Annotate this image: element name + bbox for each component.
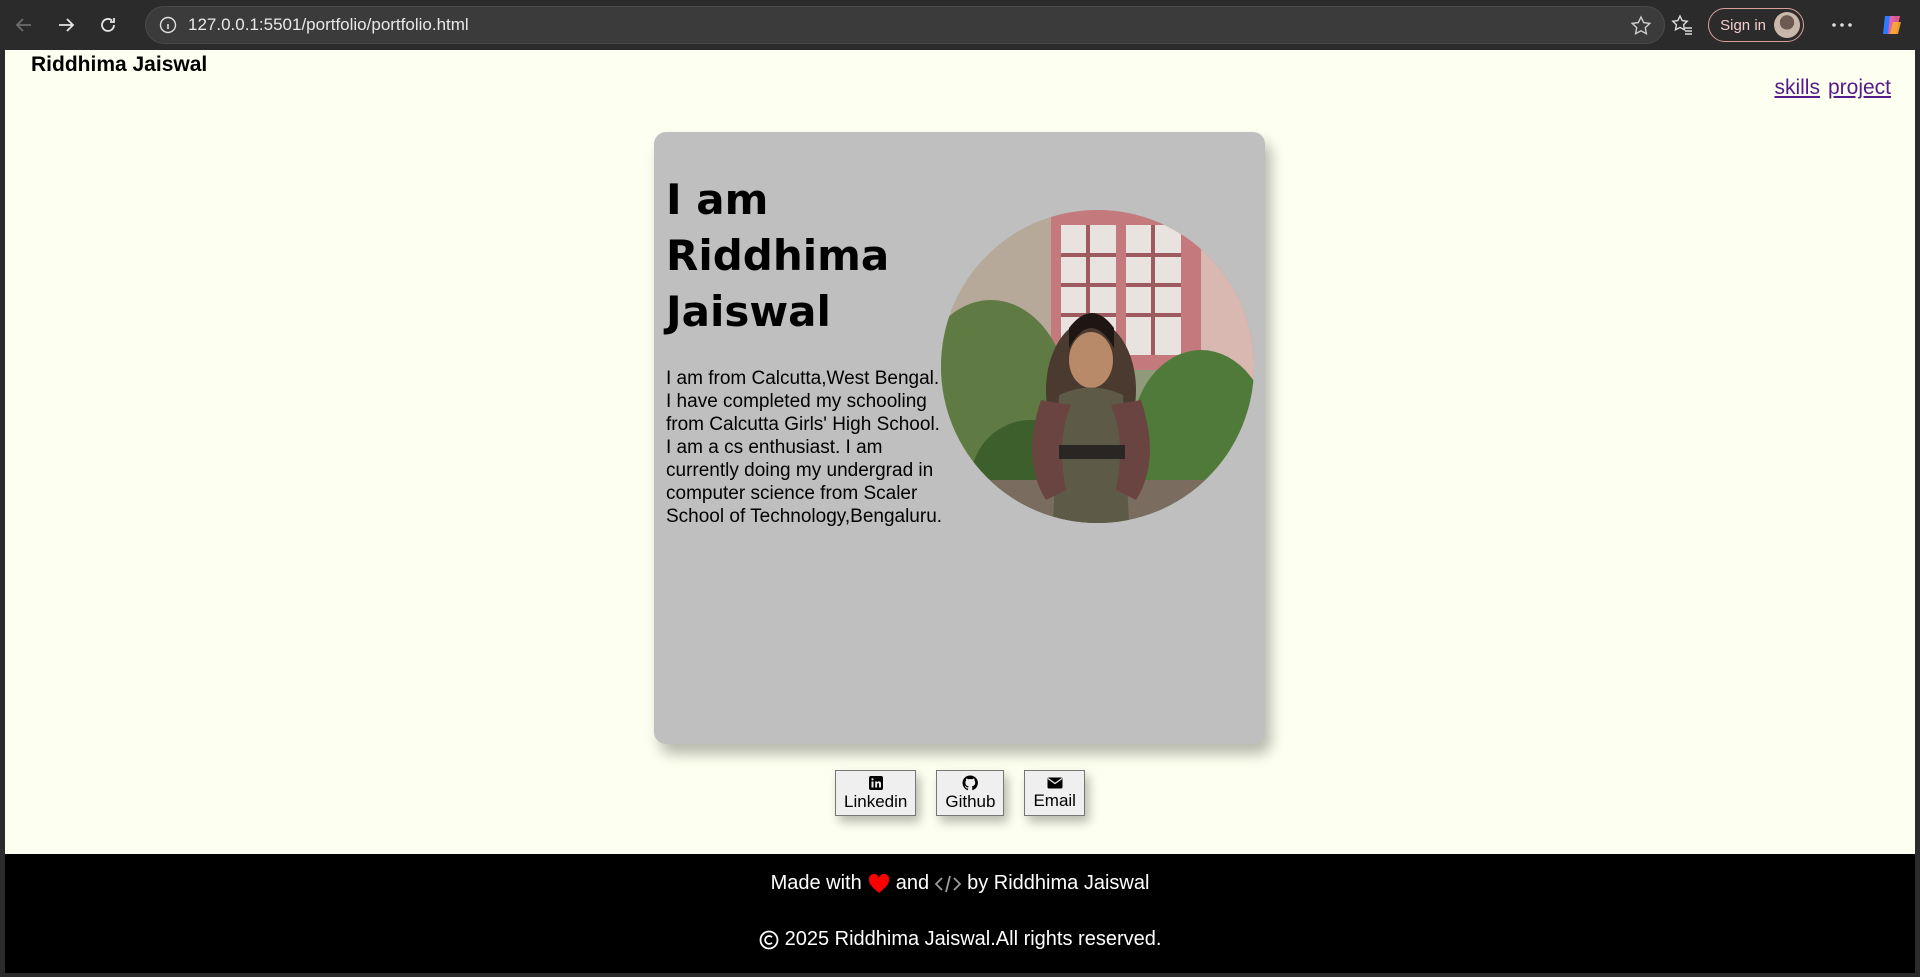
made-with-text: Made with [770,872,862,894]
site-name: Riddhima Jaiswal [31,53,208,76]
hero-title: I am Riddhima Jaiswal [666,175,890,336]
sign-in-label: Sign in [1720,16,1766,34]
social-links: Linkedin Github Email [5,770,1915,816]
avatar [1774,12,1800,38]
page-viewport: Riddhima Jaiswal skills project I am Rid… [5,50,1915,973]
favorites-icon[interactable] [1664,7,1700,43]
url-text[interactable]: 127.0.0.1:5501/portfolio/portfolio.html [188,15,469,35]
intro-card: I am Riddhima Jaiswal I am from Calcutta… [654,132,1265,744]
reload-icon[interactable] [90,7,126,43]
code-icon [935,875,962,892]
github-label: Github [945,791,996,811]
nav-link-project[interactable]: project [1828,76,1891,100]
email-button[interactable]: Email [1024,770,1085,816]
bio-text: I am from Calcutta,West Bengal. I have c… [666,368,943,527]
by-author-text: by Riddhima Jaiswal [967,872,1150,894]
github-button[interactable]: Github [936,770,1005,816]
address-bar[interactable]: 127.0.0.1:5501/portfolio/portfolio.html [145,6,1665,44]
profile-photo [941,210,1254,523]
footer: Made with and by Riddhima Jaiswal 2025 R… [5,854,1915,973]
info-icon[interactable] [158,15,178,35]
linkedin-button[interactable]: Linkedin [835,770,917,816]
forward-icon[interactable] [48,7,84,43]
linkedin-label: Linkedin [844,791,908,811]
top-nav: skills project [1774,76,1891,100]
copyright-icon [759,930,778,949]
back-icon[interactable] [6,7,42,43]
browser-toolbar: 127.0.0.1:5501/portfolio/portfolio.html … [0,0,1920,50]
sign-in-button[interactable]: Sign in [1708,8,1804,42]
made-with-line: Made with and by Riddhima Jaiswal [5,872,1915,895]
nav-link-skills[interactable]: skills [1774,76,1820,100]
envelope-icon [1047,777,1063,788]
linkedin-icon [868,775,883,790]
and-text: and [895,872,930,894]
more-options-icon[interactable] [1824,7,1860,43]
copyright-line: 2025 Riddhima Jaiswal.All rights reserve… [5,928,1915,951]
copilot-icon[interactable] [1874,7,1910,43]
copyright-text: 2025 Riddhima Jaiswal.All rights reserve… [784,928,1162,950]
github-icon [962,774,979,790]
email-label: Email [1033,790,1076,810]
favorite-star-icon[interactable] [1630,15,1652,42]
heart-icon [868,873,889,893]
